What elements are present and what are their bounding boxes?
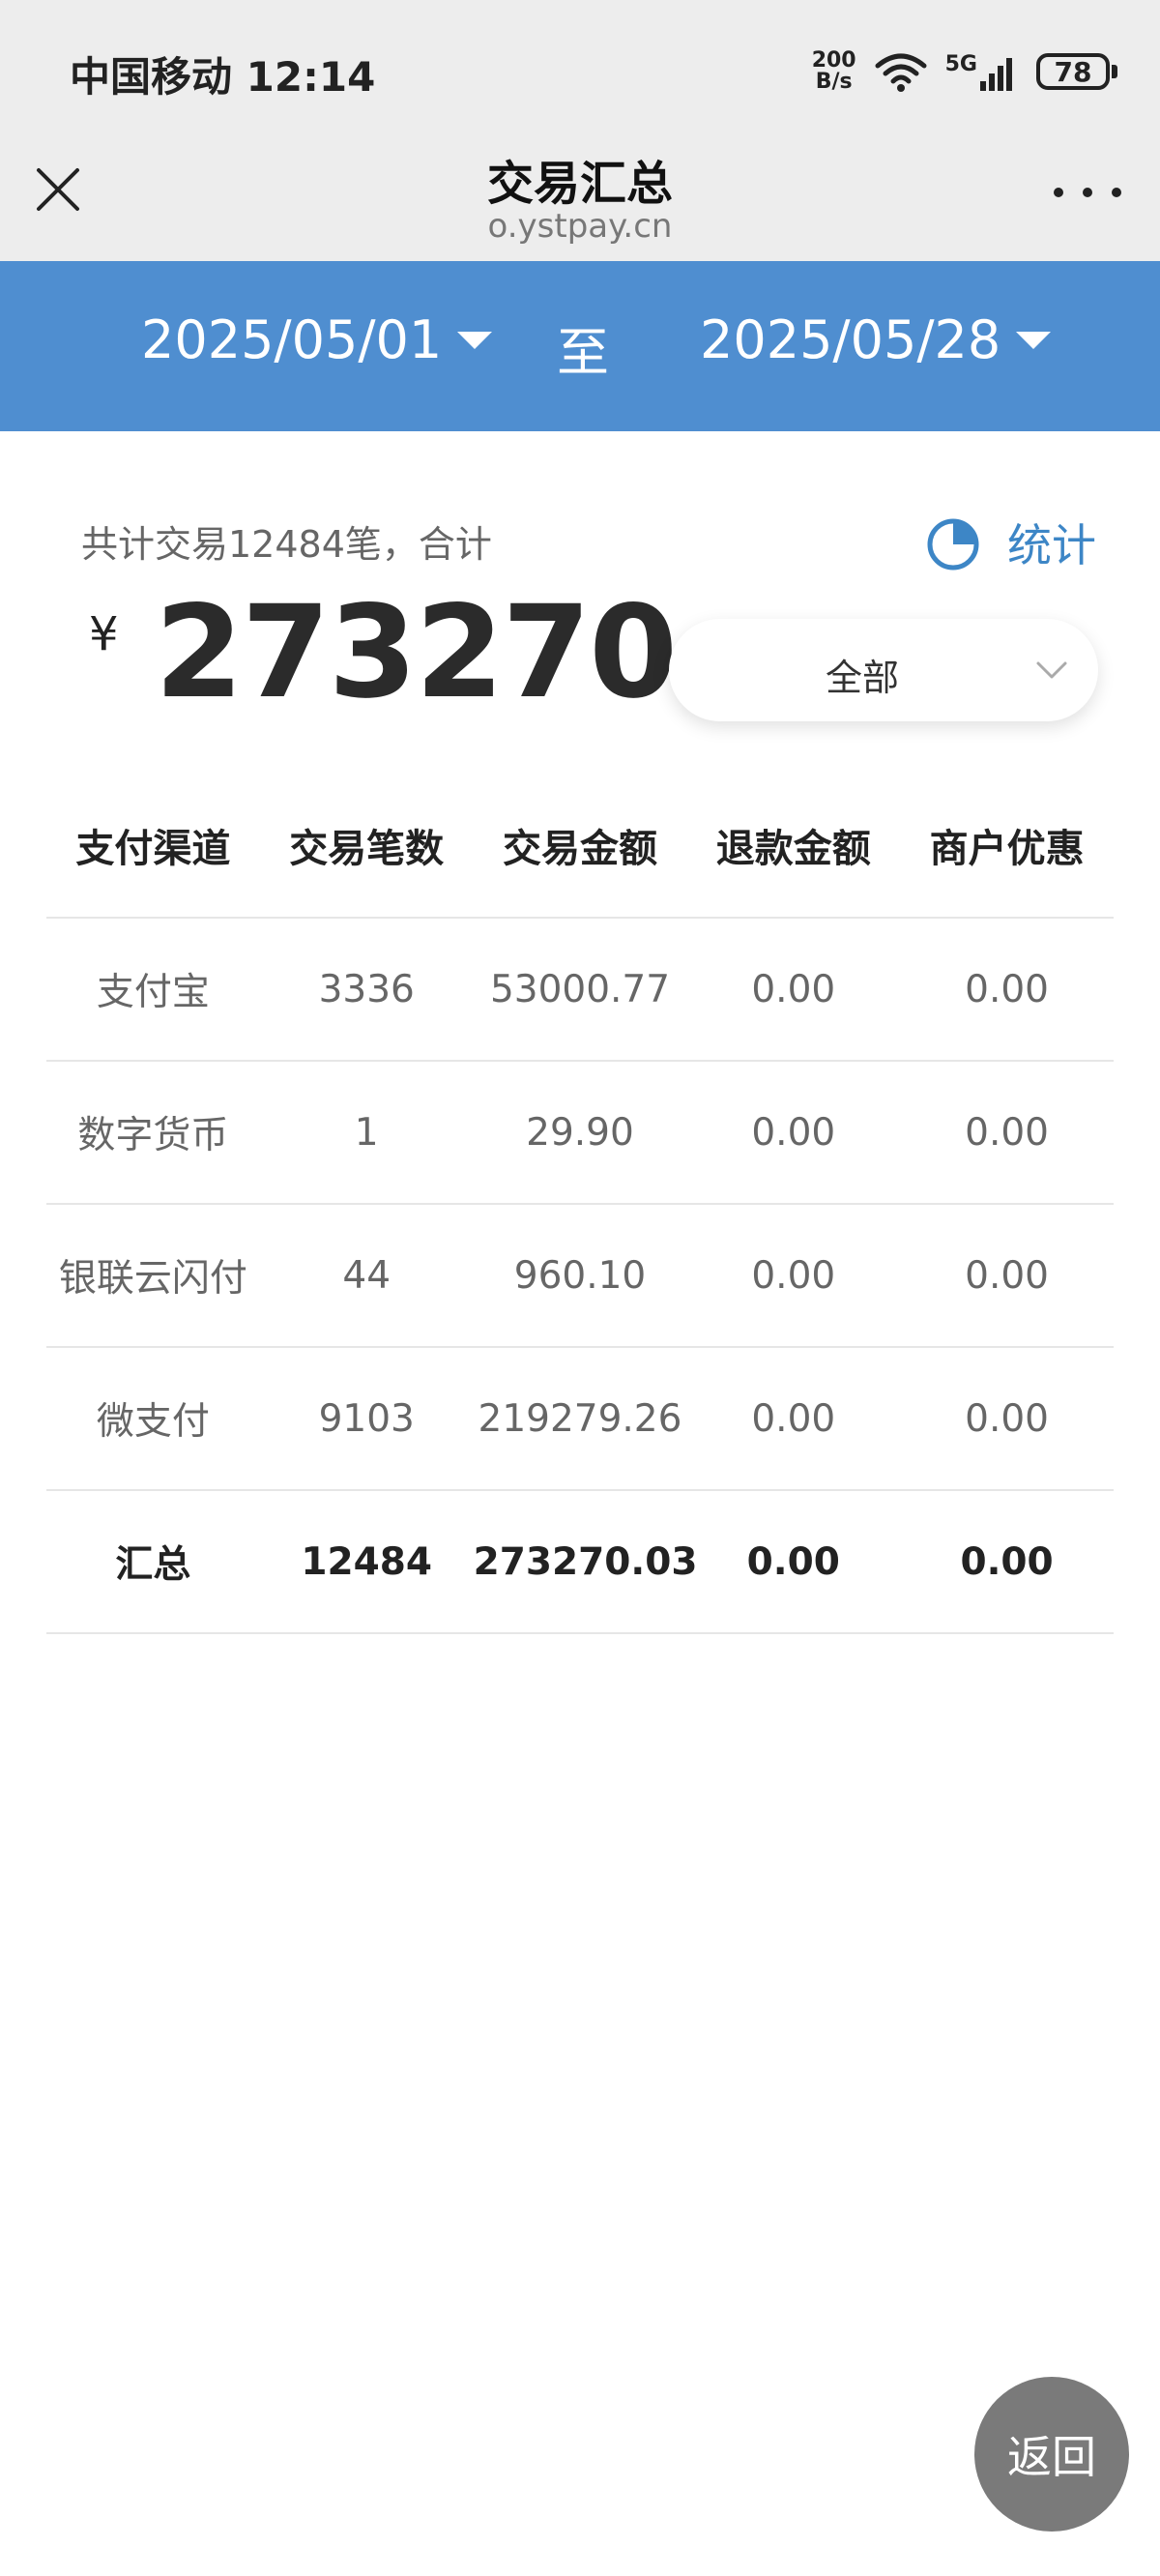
status-bar: 中国移动 12:14 200 B/s 5G 78: [0, 0, 1160, 145]
wifi-icon: [875, 53, 927, 92]
column-header: 支付渠道: [75, 827, 231, 871]
discount-cell: 0.00: [965, 1110, 1049, 1155]
refund-cell: 0.00: [751, 1396, 836, 1441]
amount-cell: 219279.26: [478, 1396, 682, 1441]
caret-down-icon: [1016, 331, 1052, 349]
column-header: 退款金额: [715, 827, 871, 871]
count-cell: 44: [342, 1253, 392, 1298]
caret-down-icon: [457, 331, 493, 349]
count-cell: 9103: [318, 1396, 415, 1441]
currency-symbol: ¥: [89, 607, 119, 661]
back-button[interactable]: 返回: [974, 2377, 1129, 2532]
table-total-row: 汇总 12484 273270.03 0.00 0.00: [46, 1491, 1114, 1634]
table-row: 微支付 9103 219279.26 0.00 0.00: [46, 1348, 1114, 1491]
net-speed-value: 200: [811, 48, 856, 73]
table-row: 数字货币 1 29.90 0.00 0.00: [46, 1062, 1114, 1205]
more-button[interactable]: [1054, 178, 1121, 207]
table-row: 支付宝 3336 53000.77 0.00 0.00: [46, 919, 1114, 1062]
amount-cell: 53000.77: [489, 967, 671, 1011]
chevron-down-icon: [1036, 661, 1067, 679]
end-date-picker[interactable]: 2025/05/28: [700, 309, 1052, 370]
battery-indicator: 78: [1036, 53, 1117, 90]
filter-selected: 全部: [825, 657, 899, 699]
summary-table: 支付渠道 交易笔数 交易金额 退款金额 商户优惠 支付宝 3336 53000.…: [46, 774, 1114, 1634]
page-title: 交易汇总: [486, 157, 673, 211]
title-bar: 交易汇总 o.ystpay.cn: [0, 145, 1160, 261]
signal-bars-icon: [980, 58, 1012, 91]
column-header: 交易笔数: [289, 827, 445, 871]
total-label-cell: 汇总: [115, 1543, 191, 1587]
total-amount: 273270.03: [155, 580, 677, 725]
pie-chart-icon: [927, 518, 979, 571]
amount-cell: 29.90: [526, 1110, 634, 1155]
total-amount-cell: 273270.03: [473, 1539, 698, 1584]
count-cell: 3336: [318, 967, 415, 1011]
start-date-picker[interactable]: 2025/05/01: [141, 309, 493, 370]
channel-cell: 数字货币: [77, 1114, 229, 1157]
channel-filter-dropdown[interactable]: 全部: [669, 619, 1098, 721]
discount-cell: 0.00: [965, 1396, 1049, 1441]
network-type: 5G: [944, 52, 977, 76]
more-dot-icon: [1054, 188, 1063, 197]
refund-cell: 0.00: [751, 967, 836, 1011]
amount-cell: 960.10: [513, 1253, 647, 1298]
date-range-bar: 2025/05/01 至 2025/05/28: [0, 261, 1160, 431]
total-count-cell: 12484: [301, 1539, 433, 1584]
stats-label: 统计: [1007, 519, 1096, 571]
end-date: 2025/05/28: [700, 309, 1001, 370]
channel-cell: 微支付: [96, 1400, 210, 1444]
carrier-time: 中国移动 12:14: [70, 53, 376, 101]
battery-level: 78: [1036, 53, 1110, 90]
total-discount-cell: 0.00: [960, 1539, 1054, 1584]
total-refund-cell: 0.00: [746, 1539, 840, 1584]
transaction-summary: 共计交易12484笔，合计: [81, 523, 492, 566]
channel-cell: 银联云闪付: [58, 1257, 247, 1301]
channel-cell: 支付宝: [96, 971, 210, 1014]
table-header: 支付渠道 交易笔数 交易金额 退款金额 商户优惠: [46, 774, 1114, 919]
signal-indicator: 5G: [945, 52, 1019, 91]
discount-cell: 0.00: [965, 1253, 1049, 1298]
net-speed-unit: B/s: [815, 70, 853, 94]
column-header: 交易金额: [502, 827, 657, 871]
count-cell: 1: [354, 1110, 379, 1155]
column-header: 商户优惠: [929, 827, 1085, 871]
refund-cell: 0.00: [751, 1253, 836, 1298]
discount-cell: 0.00: [965, 967, 1049, 1011]
start-date: 2025/05/01: [141, 309, 443, 370]
refund-cell: 0.00: [751, 1110, 836, 1155]
page-domain: o.ystpay.cn: [487, 207, 673, 246]
date-separator: 至: [557, 322, 609, 383]
battery-cap: [1112, 65, 1117, 78]
net-speed: 200 B/s: [812, 50, 856, 93]
more-dot-icon: [1112, 188, 1121, 197]
table-row: 银联云闪付 44 960.10 0.00 0.00: [46, 1205, 1114, 1348]
total-amount-container: 273270.03: [155, 580, 677, 725]
stats-button[interactable]: 统计: [924, 511, 1096, 574]
more-dot-icon: [1083, 188, 1092, 197]
status-icons: 200 B/s 5G 78: [812, 43, 1117, 101]
